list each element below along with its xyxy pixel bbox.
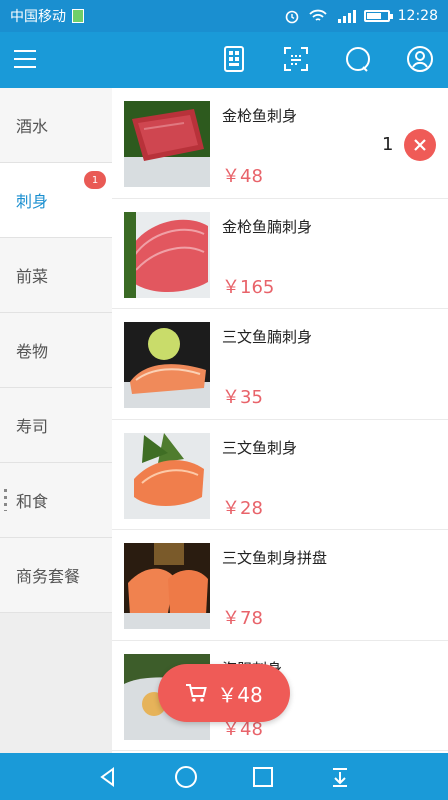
- sidebar-item-japanese[interactable]: 和食: [0, 463, 112, 538]
- search-icon[interactable]: [344, 45, 372, 73]
- product-image: [124, 211, 210, 298]
- product-name: 三文鱼刺身: [222, 438, 298, 457]
- sidebar-item-drinks[interactable]: 酒水: [0, 88, 112, 163]
- cart-button[interactable]: ￥48: [158, 664, 290, 722]
- sidebar-item-label: 和食: [16, 492, 49, 511]
- cart-icon: [186, 684, 208, 702]
- sim-icon: [72, 9, 84, 23]
- product-image: [124, 432, 210, 519]
- home-icon[interactable]: [174, 765, 198, 789]
- sidebar-item-label: 酒水: [16, 117, 49, 136]
- product-image: [124, 543, 210, 629]
- product-price: ￥165: [222, 276, 275, 298]
- quantity-value: 1: [382, 134, 394, 155]
- list-item[interactable]: 三文鱼腩刺身 ￥35: [112, 309, 448, 420]
- app-bar: [0, 32, 448, 88]
- sidebar-item-label: 刺身: [16, 192, 49, 211]
- remove-button[interactable]: [404, 129, 436, 161]
- battery-icon: [363, 10, 393, 22]
- cart-total: ￥48: [217, 682, 263, 707]
- scan-icon[interactable]: [282, 45, 310, 73]
- product-price: ￥35: [222, 387, 263, 408]
- notification-pulldown-icon[interactable]: [329, 766, 351, 788]
- product-name: 金枪鱼腩刺身: [222, 217, 313, 236]
- category-count-badge: 1: [84, 171, 106, 189]
- sidebar-item-label: 前菜: [16, 267, 49, 286]
- product-name: 金枪鱼刺身: [222, 107, 298, 125]
- close-icon: [414, 139, 426, 151]
- menu-icon[interactable]: [14, 50, 36, 68]
- carrier-label: 中国移动: [10, 9, 66, 25]
- product-image: [124, 322, 210, 408]
- receipt-icon[interactable]: [220, 45, 248, 73]
- sidebar-item-appetizers[interactable]: 前菜: [0, 238, 112, 313]
- list-item[interactable]: 金枪鱼腩刺身 ￥165: [112, 199, 448, 309]
- sidebar-item-business-set[interactable]: 商务套餐: [0, 538, 112, 613]
- product-price: ￥48: [222, 166, 263, 187]
- product-name: 三文鱼腩刺身: [222, 328, 313, 346]
- profile-icon[interactable]: [406, 45, 434, 73]
- drag-handle-icon[interactable]: [4, 489, 7, 511]
- product-price: ￥28: [222, 497, 263, 519]
- product-name: 三文鱼刺身拼盘: [222, 549, 328, 567]
- alarm-icon: [285, 10, 298, 24]
- sidebar-item-sushi[interactable]: 寿司: [0, 388, 112, 463]
- sidebar-item-label: 寿司: [16, 417, 49, 436]
- product-list: 金枪鱼刺身 ￥48 1 金枪鱼腩刺身 ￥165 三文鱼腩刺身 ￥35 三文鱼刺身…: [112, 88, 448, 753]
- signal-icon: [337, 10, 356, 23]
- sidebar-item-sashimi[interactable]: 刺身 1: [0, 163, 112, 238]
- sidebar-item-label: 卷物: [16, 342, 49, 361]
- product-price: ￥78: [222, 608, 263, 629]
- sidebar-item-label: 商务套餐: [16, 567, 81, 586]
- recents-icon[interactable]: [252, 766, 274, 788]
- sidebar-item-rolls[interactable]: 卷物: [0, 313, 112, 388]
- category-sidebar: 酒水 刺身 1 前菜 卷物 寿司 和食 商务套餐: [0, 88, 112, 753]
- status-bar: 中国移动 12:28: [0, 0, 448, 32]
- clock-time: 12:28: [397, 8, 438, 24]
- back-icon[interactable]: [97, 766, 119, 788]
- list-item[interactable]: 三文鱼刺身 ￥28: [112, 420, 448, 530]
- product-image: [124, 101, 210, 187]
- list-item[interactable]: 三文鱼刺身拼盘 ￥78: [112, 530, 448, 641]
- wifi-icon: [308, 9, 327, 21]
- system-nav-bar: [0, 753, 448, 800]
- list-item[interactable]: 金枪鱼刺身 ￥48 1: [112, 88, 448, 199]
